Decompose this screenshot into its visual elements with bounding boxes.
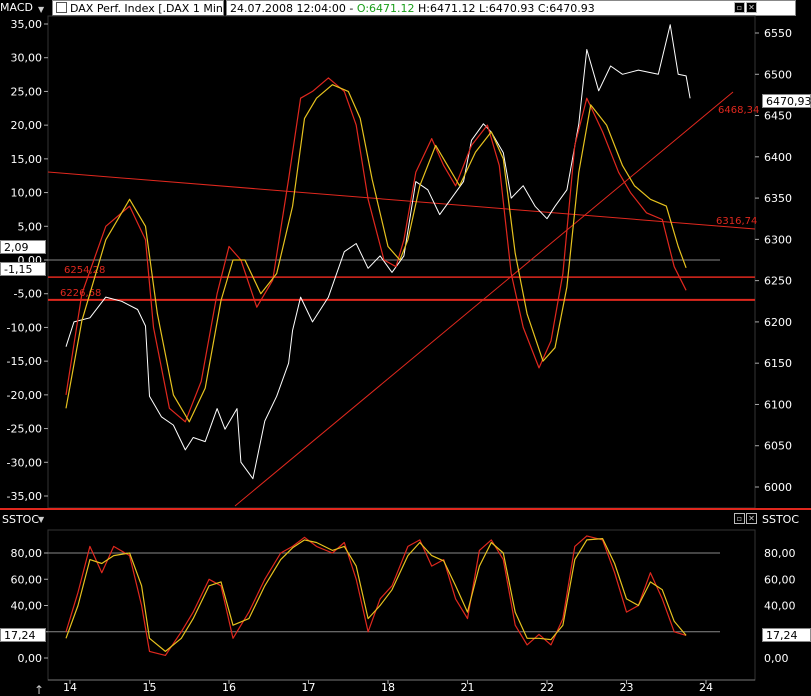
price-value-badge: 6470,93 <box>762 94 811 108</box>
signal-line <box>65 84 687 423</box>
sstoc-tick-label-left: 0,00 <box>18 652 43 665</box>
date-tick-label: 21 <box>461 681 475 694</box>
price-tick-label: 6150 <box>764 357 792 370</box>
macd-tick-label: -5,00 <box>14 288 42 301</box>
sstoc-tick-label-right: 80,00 <box>764 547 796 560</box>
chart-window: MACD ▼ DAX Perf. Index [.DAX 1 Minute] 2… <box>0 0 811 696</box>
price-tick-label: 6550 <box>764 27 792 40</box>
sstoc-value-badge-right: 17,24 <box>762 628 811 642</box>
macd-tick-label: -25,00 <box>7 423 42 436</box>
uptrend-label: 6468,34 <box>718 105 759 116</box>
macd-tick-label: 5,00 <box>18 220 43 233</box>
macd-tick-label: -15,00 <box>7 355 42 368</box>
support-label-2: 6226,68 <box>60 288 101 299</box>
chart-canvas[interactable]: 35,00 30,00 25,00 20,00 15,00 10,00 5,00 0,00 -5… <box>0 0 811 696</box>
macd-tick-label: 30,00 <box>11 52 43 65</box>
macd-value-badge: 2,09 <box>0 240 46 254</box>
sstoc-tick-label-right: 40,00 <box>764 600 796 613</box>
price-tick-label: 6500 <box>764 68 792 81</box>
downtrend-line <box>47 171 756 230</box>
macd-tick-label: -30,00 <box>7 456 42 469</box>
date-tick-label: 24 <box>699 681 713 694</box>
price-tick-label: 6450 <box>764 110 792 123</box>
sstoc-k-line <box>65 535 687 657</box>
date-tick-label: 23 <box>620 681 634 694</box>
price-tick-label: 6200 <box>764 316 792 329</box>
sstoc-tick-label-right: 60,00 <box>764 573 796 586</box>
downtrend-label: 6316,74 <box>716 216 757 227</box>
support-label-1: 6254,28 <box>64 265 105 276</box>
sstoc-d-line <box>65 537 687 653</box>
price-panel-frame <box>47 15 756 509</box>
macd-tick-label: 15,00 <box>11 153 43 166</box>
macd-line <box>65 77 687 423</box>
price-tick-label: 6250 <box>764 275 792 288</box>
macd-tick-label: 25,00 <box>11 85 43 98</box>
macd-tick-label: -35,00 <box>7 490 42 503</box>
price-tick-label: 6000 <box>764 481 792 494</box>
macd-tick-label: -20,00 <box>7 389 42 402</box>
sstoc-tick-label-right: 0,00 <box>764 652 789 665</box>
date-tick-label: 22 <box>540 681 554 694</box>
price-line <box>65 24 691 480</box>
sstoc-tick-label-left: 60,00 <box>11 573 43 586</box>
date-tick-label: 14 <box>63 681 77 694</box>
date-tick-label: 18 <box>381 681 395 694</box>
date-tick-label: 15 <box>143 681 157 694</box>
date-tick-label: 16 <box>222 681 236 694</box>
price-tick-label: 6400 <box>764 151 792 164</box>
macd-tick-label: 35,00 <box>11 18 43 31</box>
sstoc-value-badge-left: 17,24 <box>0 628 46 642</box>
macd-tick-label: 10,00 <box>11 187 43 200</box>
price-tick-label: 6300 <box>764 233 792 246</box>
macd-tick-label: -10,00 <box>7 321 42 334</box>
price-tick-label: 6050 <box>764 440 792 453</box>
sstoc-tick-label-left: 40,00 <box>11 600 43 613</box>
signal-value-badge: -1,15 <box>0 262 46 276</box>
price-tick-label: 6100 <box>764 398 792 411</box>
price-tick-label: 6350 <box>764 192 792 205</box>
sstoc-tick-label-left: 80,00 <box>11 547 43 560</box>
macd-tick-label: 20,00 <box>11 119 43 132</box>
scroll-arrow-icon: ↑ <box>34 683 44 696</box>
date-tick-label: 17 <box>302 681 316 694</box>
